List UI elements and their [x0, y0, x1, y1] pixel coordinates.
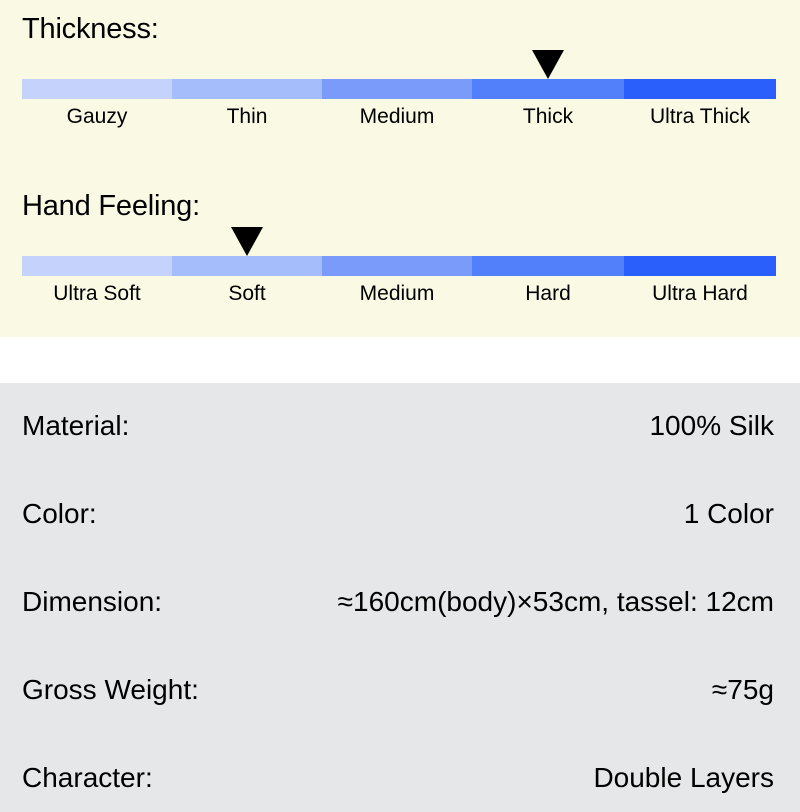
hand-feeling-label-ultra-soft: Ultra Soft [53, 282, 141, 305]
spec-value-material: 100% Silk [649, 410, 774, 441]
thickness-label-ultra-thick: Ultra Thick [650, 105, 750, 128]
hand-feeling-segment-soft[interactable] [172, 256, 322, 276]
hand-feeling-segment-ultra-soft[interactable] [22, 256, 172, 276]
spec-row-material: Material: 100% Silk [0, 403, 800, 449]
hand-feeling-label-soft: Soft [228, 282, 266, 305]
hand-feeling-segment-medium[interactable] [322, 256, 472, 276]
hand-feeling-labels: Ultra Soft Soft Medium Hard Ultra Hard [22, 280, 776, 308]
spec-row-gross-weight: Gross Weight: ≈75g [0, 667, 800, 713]
hand-feeling-marker-icon [231, 227, 263, 256]
spec-value-gross-weight: ≈75g [711, 674, 774, 705]
thickness-segment-ultra-thick[interactable] [624, 79, 776, 99]
thickness-track[interactable] [22, 50, 776, 99]
thickness-labels: Gauzy Thin Medium Thick Ultra Thick [22, 103, 776, 131]
hand-feeling-track[interactable] [22, 227, 776, 276]
hand-feeling-label-ultra-hard: Ultra Hard [652, 282, 748, 305]
spec-row-color: Color: 1 Color [0, 491, 800, 537]
hand-feeling-segment-ultra-hard[interactable] [624, 256, 776, 276]
thickness-bar [22, 79, 776, 99]
hand-feeling-bar [22, 256, 776, 276]
spec-key-color: Color: [22, 498, 97, 529]
spec-value-dimension: ≈160cm(body)×53cm, tassel: 12cm [337, 586, 774, 617]
spec-key-gross-weight: Gross Weight: [22, 674, 199, 705]
spec-key-dimension: Dimension: [22, 586, 163, 617]
thickness-label-gauzy: Gauzy [66, 105, 128, 128]
thickness-label-medium: Medium [359, 105, 435, 128]
scales-panel: Thickness: Gauzy Thin Medium Thick Ultra… [0, 0, 800, 337]
hand-feeling-label-medium: Medium [359, 282, 435, 305]
thickness-segment-medium[interactable] [322, 79, 472, 99]
hand-feeling-label-hard: Hard [525, 282, 571, 305]
spec-row-dimension: Dimension: ≈160cm(body)×53cm, tassel: 12… [0, 579, 800, 625]
hand-feeling-title: Hand Feeling: [22, 190, 200, 222]
thickness-marker-icon [532, 50, 564, 79]
thickness-label-thin: Thin [226, 105, 268, 128]
thickness-title: Thickness: [22, 13, 159, 45]
hand-feeling-segment-hard[interactable] [472, 256, 624, 276]
thickness-segment-thin[interactable] [172, 79, 322, 99]
specification-panel: Material: 100% Silk Color: 1 Color Dimen… [0, 383, 800, 812]
thickness-segment-gauzy[interactable] [22, 79, 172, 99]
spec-row-character: Character: Double Layers [0, 755, 800, 801]
spec-key-material: Material: [22, 410, 130, 441]
panel-separator [0, 337, 800, 383]
spec-value-character: Double Layers [593, 762, 774, 793]
spec-key-character: Character: [22, 762, 153, 793]
thickness-segment-thick[interactable] [472, 79, 624, 99]
thickness-label-thick: Thick [522, 105, 574, 128]
spec-value-color: 1 Color [683, 498, 774, 529]
